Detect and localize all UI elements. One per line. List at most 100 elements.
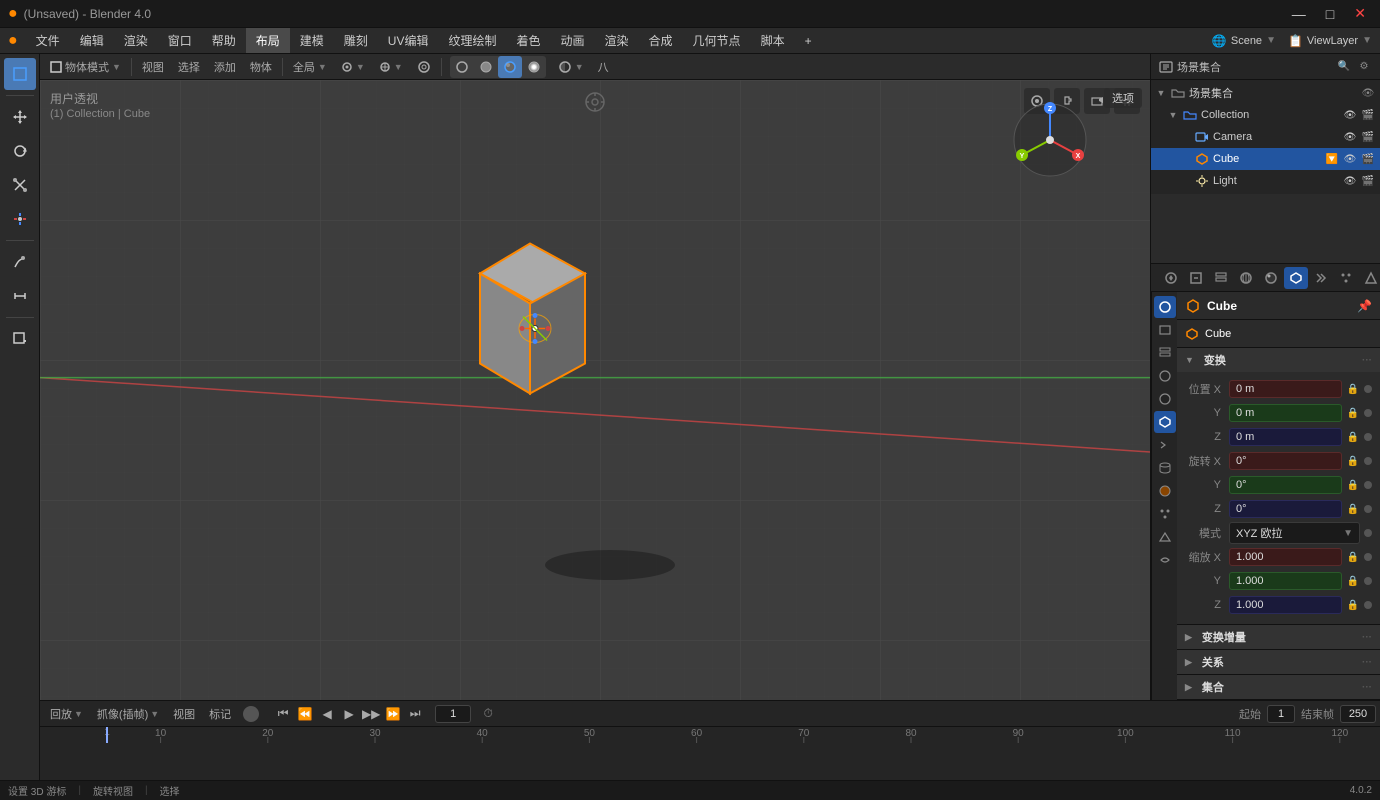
- timeline-playback-btn[interactable]: 回放 ▼: [44, 704, 89, 724]
- rotation-z-dot[interactable]: [1364, 505, 1372, 513]
- shading-material-btn[interactable]: [498, 56, 522, 78]
- cube-eye-icon[interactable]: 👁: [1342, 151, 1358, 167]
- overlay-toggle-btn[interactable]: ▼: [552, 56, 590, 78]
- prop-tab-modifiers[interactable]: [1309, 267, 1333, 289]
- light-eye-icon[interactable]: 👁: [1342, 173, 1358, 189]
- location-y-dot[interactable]: [1364, 409, 1372, 417]
- scale-tool-btn[interactable]: [4, 169, 36, 201]
- props-icon-render[interactable]: [1154, 296, 1176, 318]
- shading-rendered-btn[interactable]: [522, 56, 546, 78]
- timeline-end-frame-input[interactable]: 250: [1340, 705, 1376, 723]
- transport-jump-start[interactable]: ⏮: [273, 704, 293, 724]
- axis-gizmo-container[interactable]: Z X Y: [1010, 100, 1090, 183]
- collection-render-icon[interactable]: 🎬: [1360, 107, 1376, 123]
- props-icon-material[interactable]: [1154, 480, 1176, 502]
- shading-solid-btn[interactable]: [474, 56, 498, 78]
- workspace-tab-layout[interactable]: 布局: [246, 28, 290, 53]
- viewlayer-dropdown-icon[interactable]: ▼: [1362, 35, 1372, 46]
- workspace-tab-uv[interactable]: UV编辑: [378, 28, 439, 53]
- prop-tab-render[interactable]: [1159, 267, 1183, 289]
- timeline-current-frame[interactable]: 1: [435, 705, 471, 723]
- location-z-dot[interactable]: [1364, 433, 1372, 441]
- props-icon-data[interactable]: [1154, 457, 1176, 479]
- timeline-markers-btn[interactable]: 标记: [203, 704, 237, 724]
- timeline-fps-indicator[interactable]: ⏱: [477, 703, 499, 725]
- prop-tab-world[interactable]: [1259, 267, 1283, 289]
- scale-z-lock[interactable]: 🔒: [1346, 598, 1360, 612]
- timeline-keying-btn[interactable]: 抓像(插帧) ▼: [91, 704, 165, 724]
- prop-tab-view-layer[interactable]: [1209, 267, 1233, 289]
- add-menu-btn[interactable]: 添加: [208, 56, 242, 78]
- rotation-y-lock[interactable]: 🔒: [1346, 478, 1360, 492]
- xray-toggle-btn[interactable]: 八: [592, 56, 615, 78]
- transform-tool-btn[interactable]: [4, 203, 36, 235]
- props-icon-world[interactable]: [1154, 388, 1176, 410]
- rotation-z-field[interactable]: 0°: [1229, 500, 1342, 518]
- props-icon-physics-2[interactable]: [1154, 526, 1176, 548]
- rotation-mode-dot[interactable]: [1364, 529, 1372, 537]
- outliner-light[interactable]: ▶ Light 👁: [1151, 170, 1380, 192]
- snap-toggle-btn[interactable]: ▼: [373, 56, 409, 78]
- minimize-button[interactable]: —: [1286, 3, 1312, 24]
- workspace-tab-shading[interactable]: 着色: [506, 28, 550, 53]
- scale-z-dot[interactable]: [1364, 601, 1372, 609]
- location-x-dot[interactable]: [1364, 385, 1372, 393]
- workspace-tab-scripting[interactable]: 脚本: [751, 28, 795, 53]
- collection-visibility-icon[interactable]: 👁: [1360, 85, 1376, 101]
- location-y-lock[interactable]: 🔒: [1346, 406, 1360, 420]
- object-menu-btn[interactable]: 物体: [244, 56, 278, 78]
- collection-expand-icon[interactable]: ▼: [1155, 87, 1167, 99]
- location-z-lock[interactable]: 🔒: [1346, 430, 1360, 444]
- viewport-options-btn[interactable]: 选项: [1104, 88, 1142, 108]
- workspace-tab-add[interactable]: +: [795, 28, 822, 53]
- transport-next-frame[interactable]: ▶▶: [361, 704, 381, 724]
- timeline-keyframe-dot[interactable]: [243, 706, 259, 722]
- location-x-field[interactable]: 0 m: [1229, 380, 1342, 398]
- collection-eye-icon[interactable]: 👁: [1342, 107, 1358, 123]
- props-icon-scene[interactable]: [1154, 365, 1176, 387]
- timeline-start-frame-input[interactable]: 1: [1267, 705, 1295, 723]
- props-icon-constraints-2[interactable]: [1154, 549, 1176, 571]
- workspace-tab-rendering[interactable]: 渲染: [595, 28, 639, 53]
- rotation-y-field[interactable]: 0°: [1229, 476, 1342, 494]
- props-icon-modifiers[interactable]: [1154, 434, 1176, 456]
- scale-y-lock[interactable]: 🔒: [1346, 574, 1360, 588]
- outliner-cube[interactable]: ▶ Cube 🔽 👁 🎬: [1151, 148, 1380, 170]
- outliner-search-icon[interactable]: 🔍: [1336, 59, 1352, 75]
- transform-orientation-selector[interactable]: 全局 ▼: [287, 56, 333, 78]
- scale-x-dot[interactable]: [1364, 553, 1372, 561]
- collection-expand-icon[interactable]: ▼: [1167, 109, 1179, 121]
- props-icon-particles-2[interactable]: [1154, 503, 1176, 525]
- scale-x-field[interactable]: 1.000: [1229, 548, 1342, 566]
- cube-render-icon[interactable]: 🎬: [1360, 151, 1376, 167]
- workspace-tab-compositing[interactable]: 合成: [639, 28, 683, 53]
- maximize-button[interactable]: □: [1320, 3, 1340, 24]
- add-object-btn[interactable]: [4, 323, 36, 355]
- rotation-x-lock[interactable]: 🔒: [1346, 454, 1360, 468]
- select-menu-btn[interactable]: 选择: [172, 56, 206, 78]
- location-x-lock[interactable]: 🔒: [1346, 382, 1360, 396]
- transport-play[interactable]: ▶: [339, 704, 359, 724]
- mode-selector-btn[interactable]: [4, 58, 36, 90]
- scale-y-field[interactable]: 1.000: [1229, 572, 1342, 590]
- outliner-scene-collection[interactable]: ▼ 场景集合 👁: [1151, 82, 1380, 104]
- workspace-tab-animation[interactable]: 动画: [551, 28, 595, 53]
- menu-window[interactable]: 窗口: [158, 28, 202, 53]
- workspace-tab-modeling[interactable]: 建模: [290, 28, 334, 53]
- pivot-point-selector[interactable]: ▼: [335, 56, 371, 78]
- transport-next-keyframe[interactable]: ⏩: [383, 704, 403, 724]
- cube-filter-icon[interactable]: 🔽: [1324, 151, 1340, 167]
- scale-z-field[interactable]: 1.000: [1229, 596, 1342, 614]
- outliner-collection[interactable]: ▼ Collection 👁 🎬: [1151, 104, 1380, 126]
- collections-header[interactable]: ▶ 集合 ···: [1177, 675, 1380, 699]
- camera-eye-icon[interactable]: 👁: [1342, 129, 1358, 145]
- viewport-canvas-area[interactable]: 用户透视 (1) Collection | Cube: [40, 80, 1150, 700]
- outliner-camera[interactable]: ▶ Camera 👁 🎬: [1151, 126, 1380, 148]
- camera-render-icon[interactable]: 🎬: [1360, 129, 1376, 145]
- transport-prev-keyframe[interactable]: ⏪: [295, 704, 315, 724]
- measure-tool-btn[interactable]: [4, 280, 36, 312]
- transform-section-header[interactable]: ▼ 变换 ···: [1177, 348, 1380, 372]
- scale-x-lock[interactable]: 🔒: [1346, 550, 1360, 564]
- outliner-filter-icon[interactable]: ⚙: [1356, 59, 1372, 75]
- view-menu-btn[interactable]: 视图: [136, 56, 170, 78]
